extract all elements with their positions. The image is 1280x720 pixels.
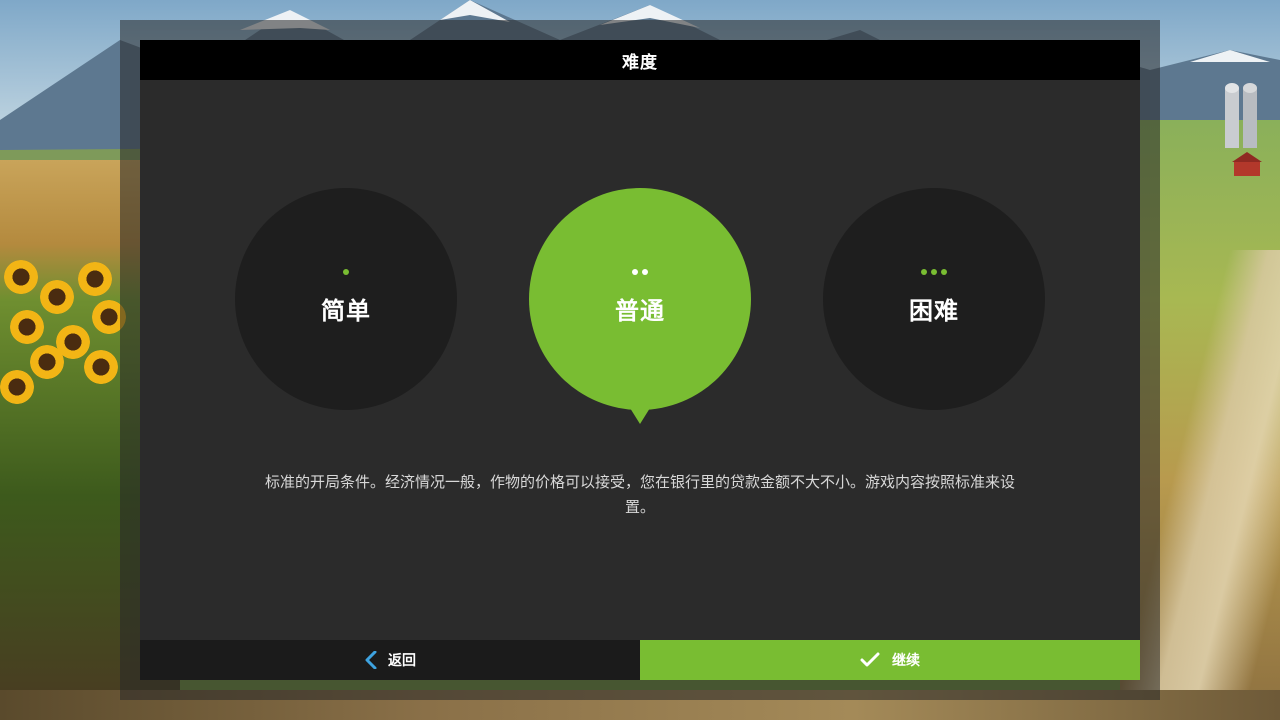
back-button[interactable]: 返回 xyxy=(140,640,640,680)
dot-icon xyxy=(931,268,937,275)
continue-button-label: 继续 xyxy=(892,653,920,669)
checkmark-icon xyxy=(860,652,880,668)
dot-icon xyxy=(632,268,638,275)
sunflower xyxy=(0,370,34,404)
sunflower xyxy=(10,310,44,344)
difficulty-label-normal: 普通 xyxy=(615,296,665,325)
dot-icon xyxy=(941,268,947,275)
sunflower xyxy=(78,262,112,296)
difficulty-dots xyxy=(343,268,349,277)
dot-icon xyxy=(343,268,349,275)
sunflower xyxy=(30,345,64,379)
difficulty-option-normal[interactable]: 普通 xyxy=(529,188,751,424)
back-button-label: 返回 xyxy=(388,653,416,669)
difficulty-dialog: 难度 简单 普通 困难 标准的开局条件。经济情况一般，作物的价格可以接受，您在银… xyxy=(140,40,1140,680)
dialog-title: 难度 xyxy=(140,40,1140,80)
difficulty-option-easy[interactable]: 简单 xyxy=(235,188,457,410)
dot-icon xyxy=(642,268,648,275)
barn-icon xyxy=(1232,152,1262,176)
selection-pointer-icon xyxy=(630,408,650,424)
difficulty-dots xyxy=(921,268,947,277)
continue-button[interactable]: 继续 xyxy=(640,640,1140,680)
sunflower xyxy=(40,280,74,314)
difficulty-option-hard[interactable]: 困难 xyxy=(823,188,1045,410)
dot-icon xyxy=(921,268,927,275)
sunflower xyxy=(84,350,118,384)
difficulty-description: 标准的开局条件。经济情况一般，作物的价格可以接受，您在银行里的贷款金额不大不小。… xyxy=(264,473,1015,516)
difficulty-dots xyxy=(632,268,648,277)
difficulty-label-easy: 简单 xyxy=(321,296,371,325)
silo-icon xyxy=(1225,83,1257,148)
sunflower xyxy=(4,260,38,294)
chevron-left-icon xyxy=(364,651,378,669)
difficulty-label-hard: 困难 xyxy=(909,296,959,325)
